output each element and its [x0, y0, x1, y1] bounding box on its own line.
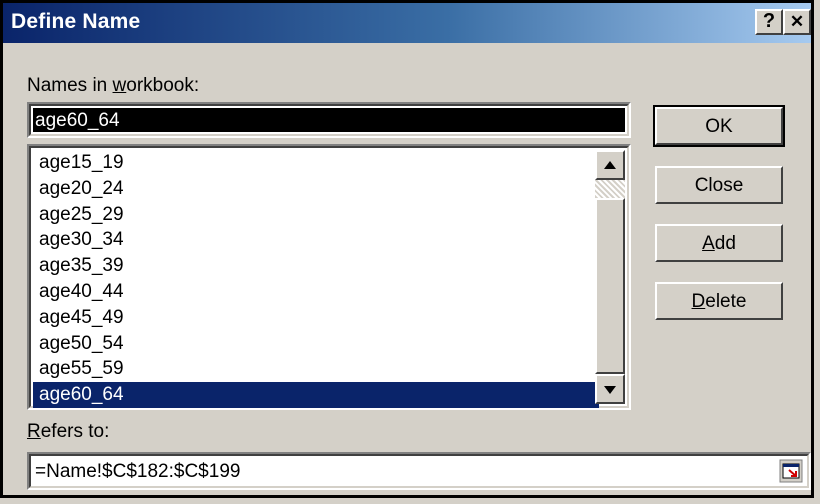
define-name-dialog: Define Name ? ✕ Names in workbook: age60…	[0, 0, 814, 498]
name-input-value: age60_64	[33, 108, 625, 132]
scroll-thumb[interactable]	[595, 198, 625, 374]
collapse-dialog-icon[interactable]	[779, 459, 803, 483]
names-list: age15_19 age20_24 age25_29 age30_34 age35_39…	[33, 150, 599, 408]
list-item[interactable]: age25_29	[33, 202, 599, 228]
label-accel: w	[112, 75, 127, 96]
scroll-down-button[interactable]	[595, 374, 625, 404]
names-in-workbook-label: Names in workbook:	[27, 75, 199, 97]
close-window-button[interactable]: ✕	[783, 9, 811, 35]
names-listbox[interactable]: age15_19 age20_24 age25_29 age30_34 age35_39…	[27, 144, 631, 410]
list-item[interactable]: age55_59	[33, 356, 599, 382]
button-accel: A	[702, 232, 715, 254]
refers-to-label: Refers to:	[27, 421, 109, 443]
refers-to-input[interactable]: =Name!$C$182:$C$199	[27, 452, 811, 490]
list-item[interactable]: age50_54	[33, 331, 599, 357]
delete-button[interactable]: Delete	[655, 282, 783, 320]
list-item[interactable]: age40_44	[33, 279, 599, 305]
help-icon: ?	[762, 10, 776, 32]
add-button[interactable]: Add	[655, 224, 783, 262]
arrow-down-icon	[604, 386, 616, 394]
list-item[interactable]: age45_49	[33, 305, 599, 331]
arrow-up-icon	[604, 161, 616, 169]
label-accel: R	[27, 421, 41, 442]
list-item[interactable]: age30_34	[33, 227, 599, 253]
dialog-title: Define Name	[11, 10, 141, 33]
label-text: Names in	[27, 75, 113, 96]
list-item[interactable]: age35_39	[33, 253, 599, 279]
label-text: orkbook:	[126, 75, 200, 96]
refers-to-value: =Name!$C$182:$C$199	[35, 461, 241, 482]
close-button[interactable]: Close	[655, 166, 783, 204]
list-item[interactable]: age60_64	[33, 382, 599, 408]
button-text: elete	[705, 290, 747, 312]
list-item[interactable]: age15_19	[33, 150, 599, 176]
button-accel: D	[691, 290, 706, 312]
ok-button[interactable]: OK	[653, 105, 785, 147]
list-item[interactable]: age20_24	[33, 176, 599, 202]
listbox-scrollbar[interactable]	[595, 150, 625, 404]
name-input[interactable]: age60_64	[27, 102, 631, 138]
title-bar[interactable]: Define Name ? ✕	[3, 3, 811, 43]
help-button[interactable]: ?	[755, 9, 783, 35]
close-icon: ✕	[789, 12, 805, 31]
scroll-up-button[interactable]	[595, 150, 625, 180]
label-text: efers to:	[40, 421, 110, 442]
button-text: dd	[714, 232, 736, 254]
